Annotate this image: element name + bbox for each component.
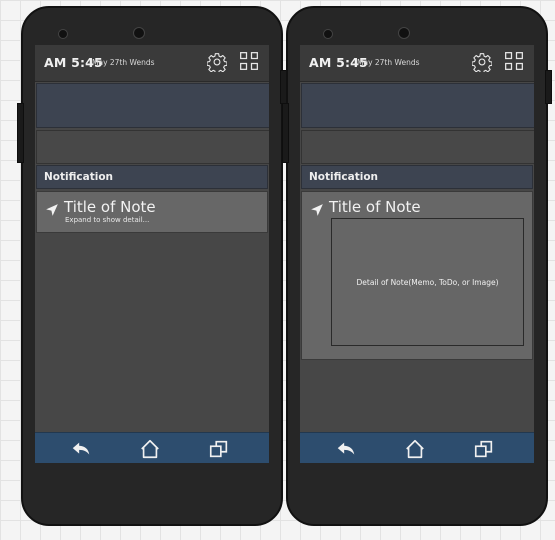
- note-title: Title of Note: [64, 198, 156, 216]
- screen: AM 5:45 May 27th Wends Notification Titl…: [300, 45, 534, 463]
- expand-hint: Expand to show detail...: [65, 216, 150, 224]
- volume-button: [17, 103, 24, 163]
- front-camera: [133, 27, 145, 39]
- navigation-arrow-icon: [311, 204, 323, 216]
- quick-panel: [301, 83, 534, 128]
- grid-icon[interactable]: [239, 51, 259, 71]
- status-date: May 27th Wends: [357, 58, 420, 67]
- note-detail-box: Detail of Note(Memo, ToDo, or Image): [331, 218, 524, 346]
- navigation-bar: [300, 432, 534, 463]
- gear-icon[interactable]: [207, 52, 227, 72]
- quick-panel-secondary: [36, 130, 269, 164]
- gear-icon[interactable]: [472, 52, 492, 72]
- note-title: Title of Note: [329, 198, 421, 216]
- notification-label: Notification: [44, 171, 114, 183]
- phone-left: AM 5:45 May 27th Wends Notification Titl…: [17, 6, 287, 526]
- notification-label: Notification: [309, 171, 379, 183]
- note-notification[interactable]: Title of Note Expand to show detail...: [36, 191, 268, 233]
- back-arrow-icon[interactable]: [70, 438, 92, 460]
- navigation-bar: [35, 432, 269, 463]
- quick-panel: [36, 83, 269, 128]
- front-camera: [398, 27, 410, 39]
- note-detail-text: Detail of Note(Memo, ToDo, or Image): [356, 277, 499, 287]
- status-bar: AM 5:45 May 27th Wends: [35, 45, 269, 82]
- status-date: May 27th Wends: [92, 58, 155, 67]
- recent-apps-icon[interactable]: [473, 438, 495, 460]
- home-icon[interactable]: [404, 438, 426, 460]
- volume-button: [282, 103, 289, 163]
- recent-apps-icon[interactable]: [208, 438, 230, 460]
- screen: AM 5:45 May 27th Wends Notification Titl…: [35, 45, 269, 463]
- status-bar: AM 5:45 May 27th Wends: [300, 45, 534, 82]
- navigation-arrow-icon: [46, 204, 58, 216]
- speaker: [323, 29, 333, 39]
- quick-panel-secondary: [301, 130, 534, 164]
- notification-header: Notification: [301, 165, 533, 189]
- speaker: [58, 29, 68, 39]
- back-arrow-icon[interactable]: [335, 438, 357, 460]
- home-icon[interactable]: [139, 438, 161, 460]
- notification-header: Notification: [36, 165, 268, 189]
- note-notification-expanded[interactable]: Title of Note Detail of Note(Memo, ToDo,…: [301, 191, 533, 360]
- phone-right: AM 5:45 May 27th Wends Notification Titl…: [282, 6, 552, 526]
- grid-icon[interactable]: [504, 51, 524, 71]
- power-button: [545, 70, 552, 104]
